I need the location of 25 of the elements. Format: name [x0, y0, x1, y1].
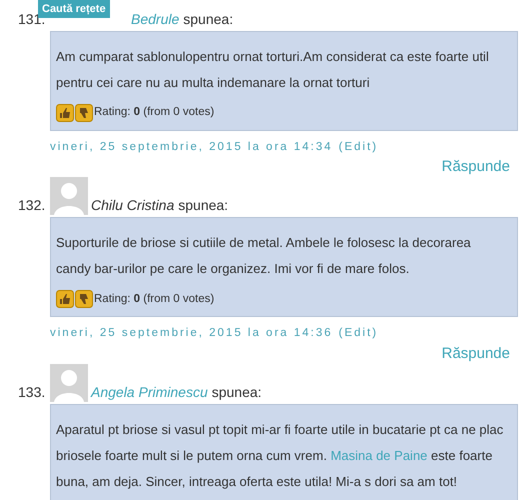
comment-number: 132.	[18, 196, 46, 216]
author-link[interactable]: Angela Priminescu	[91, 382, 208, 402]
comment-text: Suporturile de briose si cutiile de metal. Ambele le folosesc la decorarea candy bar-urilor pe care le organizez. Imi vor fi de mare folos.	[56, 234, 472, 278]
comment-number: 133.	[18, 382, 46, 402]
product-link[interactable]: Masina de Paine	[330, 448, 428, 462]
comment-date: vineri, 25 septembrie, 2015 la ora 14:34	[50, 140, 333, 155]
search-recipes-button[interactable]: Caută rețete	[38, 0, 110, 18]
comment-text: Aparatul pt briose si vasul pt topit mi-ar fi foarte utile in bucatarie pt ca ne plac briosele foarte mult si le putem orna cum vrem. Masina de Paine este foarte buna, am deja. Sincer, intreaga oferta este utila! Mi-a s dori sa am tot!	[56, 420, 504, 491]
thumbs-down-icon[interactable]	[75, 104, 93, 122]
reply-link[interactable]: Răspunde	[442, 344, 510, 364]
rating-text: Rating: 0 (from 0 votes)	[94, 105, 214, 120]
thumbs-up-icon[interactable]	[56, 290, 74, 308]
edit-link[interactable]: (Edit)	[338, 325, 378, 342]
rating-text: Rating: 0 (from 0 votes)	[94, 292, 214, 307]
thumbs-down-icon[interactable]	[75, 290, 93, 308]
thumbs-up-icon[interactable]	[56, 104, 74, 122]
reply-link[interactable]: Răspunde	[442, 157, 510, 178]
says-label: spunea:	[183, 10, 234, 29]
comment-date: vineri, 25 septembrie, 2015 la ora 14:36	[50, 326, 333, 342]
says-label: spunea:	[212, 382, 262, 402]
edit-link[interactable]: (Edit)	[338, 139, 378, 156]
author-name: Chilu Cristina	[91, 196, 174, 216]
comment-text: Am cumparat sablonulopentru ornat torturi.Am considerat ca este foarte util pentru cei care nu au multa indemanare la ornat torturi	[56, 48, 490, 92]
author-link[interactable]: Bedrule	[131, 9, 180, 29]
says-label: spunea:	[178, 196, 228, 216]
